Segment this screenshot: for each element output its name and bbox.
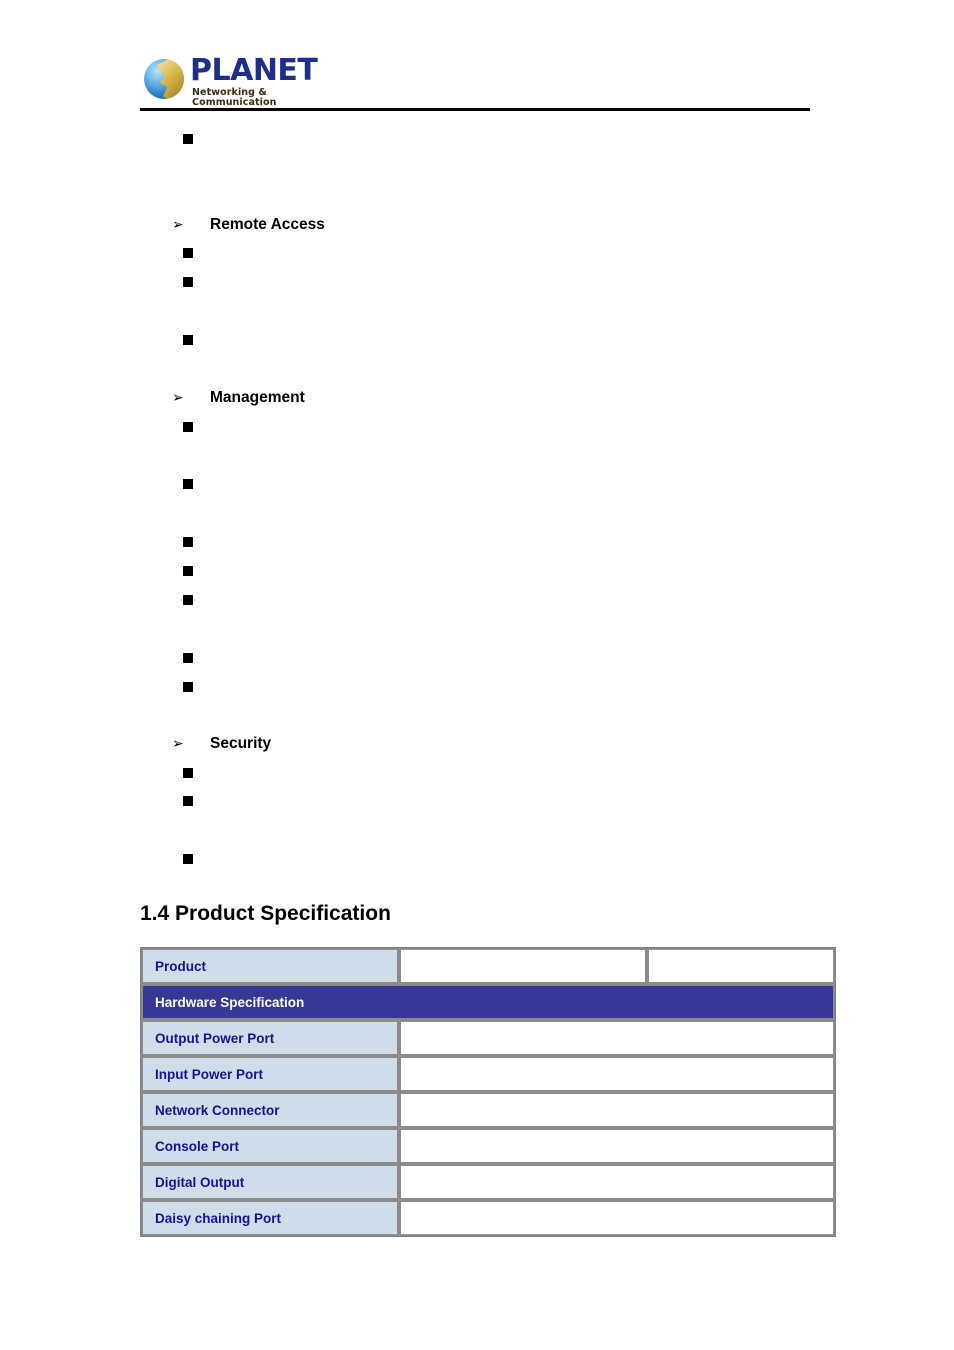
table-row-section-band: Hardware Specification: [141, 984, 835, 1020]
arrow-bullet-icon: ➢: [172, 217, 184, 233]
group-heading-management: Management: [210, 389, 305, 406]
spec-label-digital-output: Digital Output: [141, 1164, 399, 1200]
arrow-bullet-icon: ➢: [172, 736, 184, 752]
spec-value-product-1: [399, 948, 647, 984]
table-row: Daisy chaining Port: [141, 1200, 835, 1236]
spec-label-daisy-chaining-port: Daisy chaining Port: [141, 1200, 399, 1236]
square-bullet-icon: [183, 134, 193, 144]
table-row: Output Power Port: [141, 1020, 835, 1056]
spec-label-output-power-port: Output Power Port: [141, 1020, 399, 1056]
spec-label-product: Product: [141, 948, 399, 984]
square-bullet-icon: [183, 595, 193, 605]
spec-value-daisy-chaining-port: [399, 1200, 835, 1236]
spec-value-console-port: [399, 1128, 835, 1164]
square-bullet-icon: [183, 248, 193, 258]
table-row: Console Port: [141, 1128, 835, 1164]
spec-value-input-power-port: [399, 1056, 835, 1092]
square-bullet-icon: [183, 537, 193, 547]
table-row: Digital Output: [141, 1164, 835, 1200]
square-bullet-icon: [183, 768, 193, 778]
square-bullet-icon: [183, 277, 193, 287]
spec-band-hardware-specification: Hardware Specification: [141, 984, 835, 1020]
table-row: Network Connector: [141, 1092, 835, 1128]
group-heading-security: Security: [210, 735, 272, 752]
square-bullet-icon: [183, 796, 193, 806]
square-bullet-icon: [183, 566, 193, 576]
table-row: Input Power Port: [141, 1056, 835, 1092]
spec-value-product-2: [647, 948, 835, 984]
square-bullet-icon: [183, 479, 193, 489]
spec-label-network-connector: Network Connector: [141, 1092, 399, 1128]
table-row: Product: [141, 948, 835, 984]
spec-label-input-power-port: Input Power Port: [141, 1056, 399, 1092]
square-bullet-icon: [183, 422, 193, 432]
arrow-bullet-icon: ➢: [172, 390, 184, 406]
feature-list: ➢ Remote Access ➢ Management ➢ Security: [0, 0, 954, 880]
spec-value-network-connector: [399, 1092, 835, 1128]
product-specification-table: Product Hardware Specification Output Po…: [140, 947, 836, 1237]
page-title: 1.4 Product Specification: [140, 902, 391, 925]
square-bullet-icon: [183, 335, 193, 345]
group-heading-remote-access: Remote Access: [210, 216, 325, 233]
square-bullet-icon: [183, 682, 193, 692]
spec-label-console-port: Console Port: [141, 1128, 399, 1164]
spec-value-output-power-port: [399, 1020, 835, 1056]
square-bullet-icon: [183, 653, 193, 663]
spec-value-digital-output: [399, 1164, 835, 1200]
square-bullet-icon: [183, 854, 193, 864]
